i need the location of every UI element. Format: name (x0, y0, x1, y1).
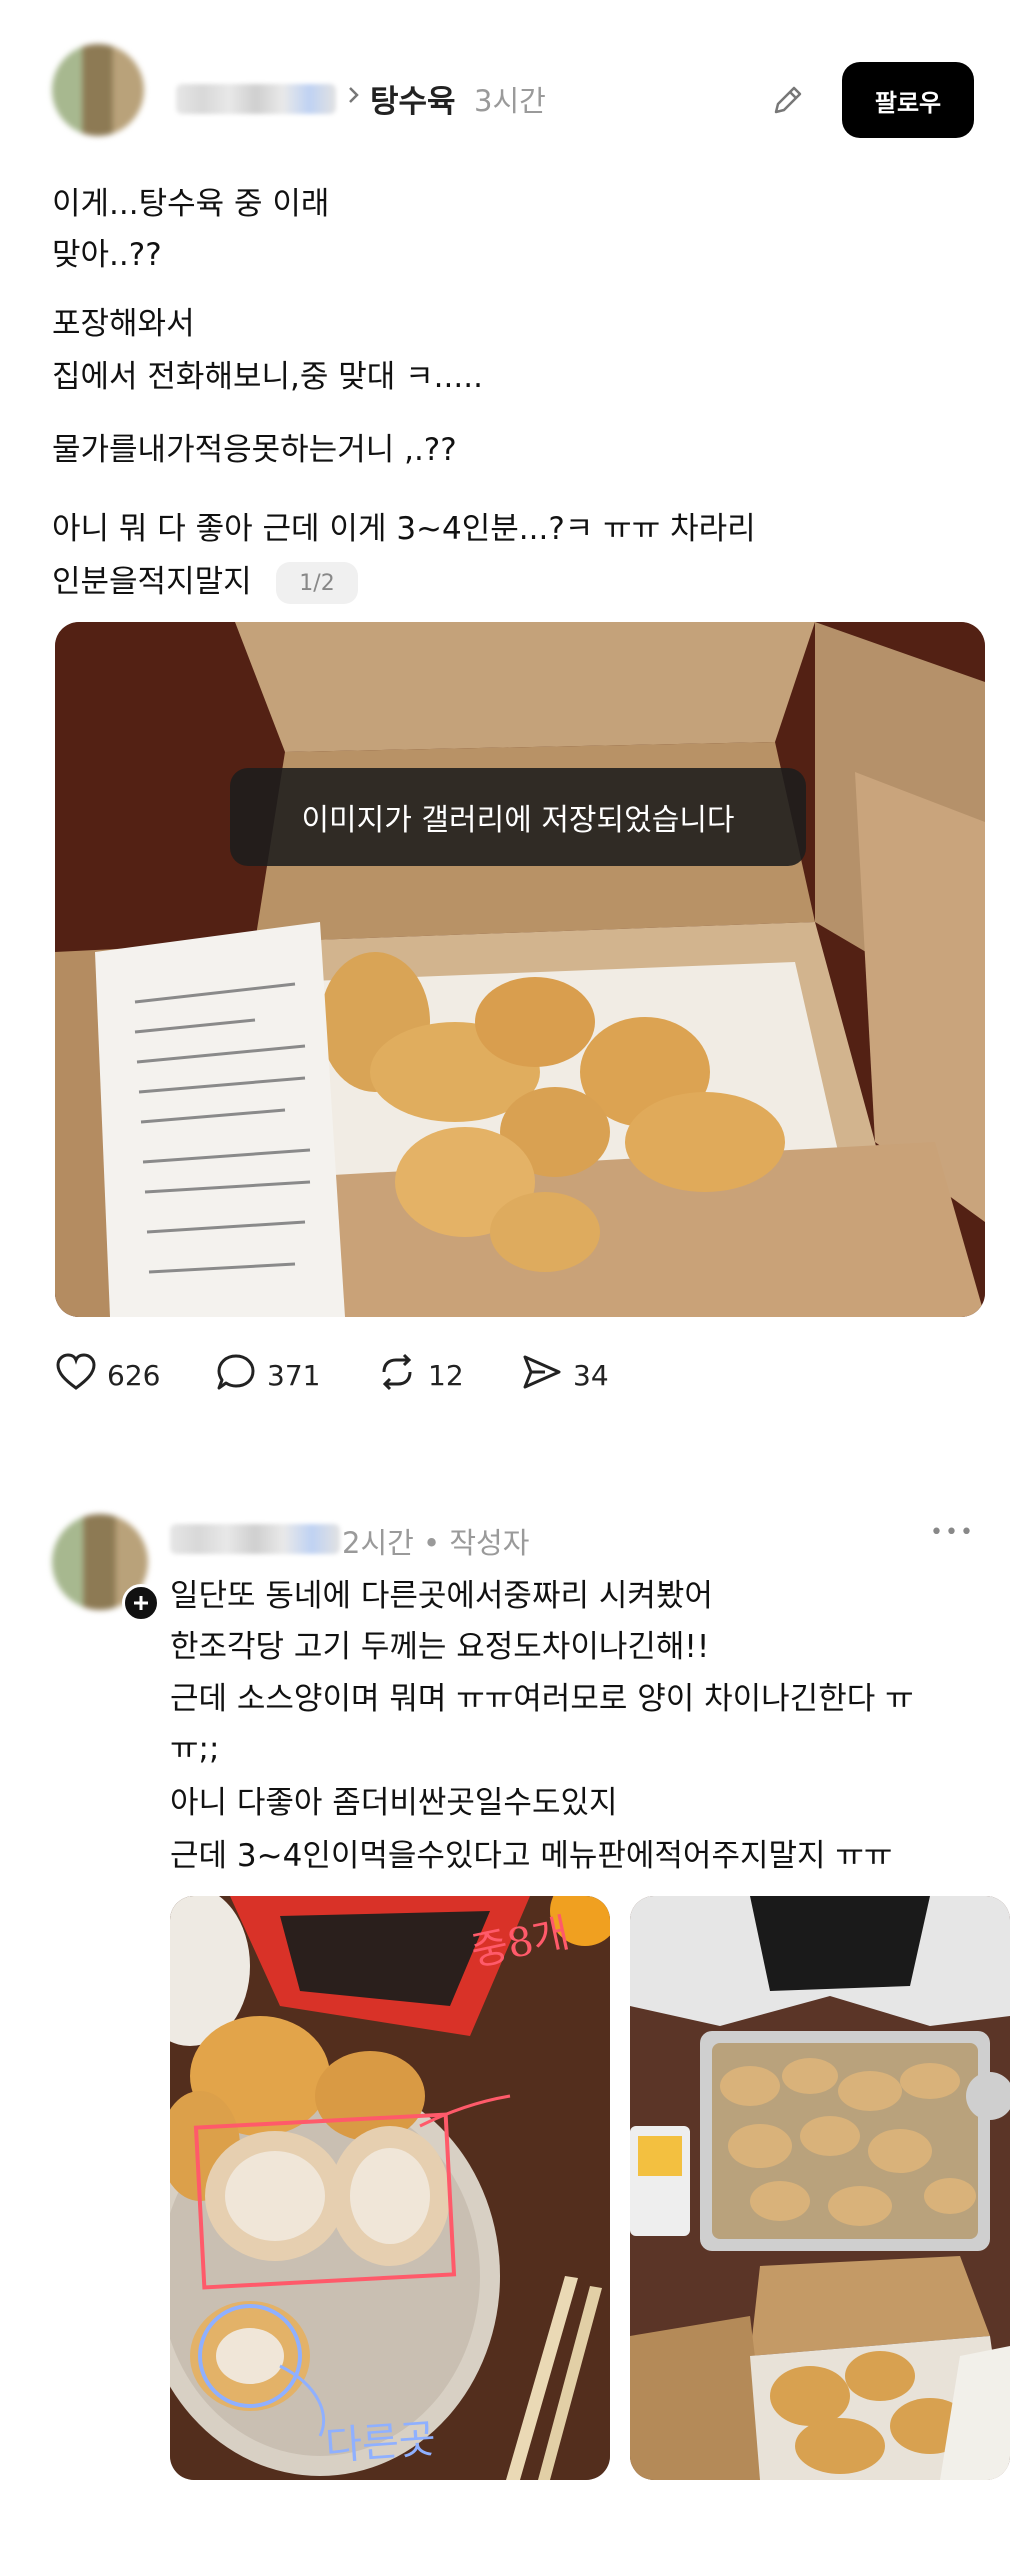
post-line-3: 포장해와서 (52, 306, 195, 342)
chevron-right-icon (344, 80, 364, 110)
post-line-1: 이게...탕수육 중 이래 (52, 186, 330, 222)
like-count: 626 (107, 1359, 161, 1392)
repost-icon (376, 1352, 418, 1399)
reply-line-2: 한조각당 고기 두께는 요정도차이나긴해!! (170, 1629, 710, 1665)
author-name[interactable] (176, 84, 336, 114)
handwriting-blue: 다른곳 (323, 2416, 438, 2470)
reply-line-4: ㅠ;; (170, 1731, 220, 1767)
send-icon (521, 1352, 563, 1399)
post-line-2: 맞아..?? (52, 237, 162, 273)
heart-icon (55, 1352, 97, 1399)
share-count: 34 (573, 1359, 609, 1392)
share-action[interactable]: 34 (521, 1352, 609, 1399)
comment-count: 371 (267, 1359, 321, 1392)
post-line-4: 집에서 전화해보니,중 맞대 ㅋ..... (52, 359, 483, 395)
follow-button[interactable]: 팔로우 (842, 62, 974, 138)
comment-action[interactable]: 371 (215, 1352, 320, 1399)
comment-icon (215, 1352, 257, 1399)
image-pager: 1/2 (276, 562, 358, 604)
saved-toast: 이미지가 갤러리에 저장되었습니다 (230, 768, 806, 866)
reply-line-1: 일단또 동네에 다른곳에서중짜리 시켜봤어 (170, 1578, 713, 1614)
pencil-icon[interactable] (768, 80, 808, 120)
like-action[interactable]: 626 (55, 1352, 160, 1399)
reply-line-6: 근데 3~4인이먹을수있다고 메뉴판에적어주지말지 ㅠㅠ (170, 1838, 893, 1874)
author-avatar[interactable] (52, 44, 144, 136)
post-photo[interactable] (55, 622, 985, 1317)
reply-author-name[interactable] (170, 1524, 340, 1554)
reply-line-3: 근데 소스양이며 뭐며 ㅠㅠ여러모로 양이 차이나긴한다 ㅠ (170, 1681, 914, 1717)
repost-action[interactable]: 12 (376, 1352, 464, 1399)
repost-count: 12 (428, 1359, 464, 1392)
post-line-6: 아니 뭐 다 좋아 근데 이게 3~4인분...?ㅋ ㅠㅠ 차라리 (52, 511, 756, 547)
plus-icon[interactable] (122, 1584, 160, 1622)
post-line-7: 인분을적지말지 (52, 564, 252, 600)
post-time: 3시간 (474, 84, 546, 118)
reply-line-5: 아니 다좋아 좀더비싼곳일수도있지 (170, 1785, 618, 1821)
reply-time: 2시간 • 작성자 (342, 1526, 530, 1560)
reply-photo-1[interactable] (170, 1896, 610, 2480)
post-line-5: 물가를내가적응못하는거니 ,.?? (52, 432, 457, 468)
reply-photo-2[interactable] (630, 1896, 1010, 2480)
topic-tag[interactable]: 탕수육 (370, 76, 456, 121)
more-icon[interactable]: ••• (930, 1520, 975, 1545)
